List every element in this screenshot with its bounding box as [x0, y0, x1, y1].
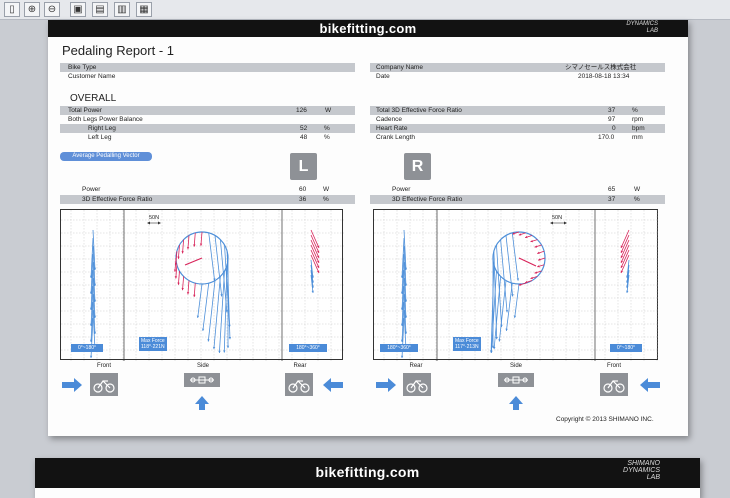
- left-rear-label: Rear: [293, 363, 307, 369]
- date-row: Date 2018-08-18 13:34: [376, 73, 630, 80]
- page-icon[interactable]: ▯: [4, 2, 20, 17]
- left-scale-label: 50N: [149, 215, 160, 221]
- left-front-bike-icon: [90, 373, 118, 396]
- right-side-arrow-icon: [509, 396, 523, 410]
- customer-name-row: Customer Name: [68, 73, 116, 80]
- left-rear-arrow-icon: [323, 378, 343, 392]
- report-page: bikefitting.com DYNAMICS LAB Pedaling Rep…: [48, 20, 688, 436]
- total-3d-ratio-row: Total 3D Effective Force Ratio 37%: [370, 106, 665, 115]
- bike-type-row: Bike Type: [60, 63, 355, 72]
- right-front-range-label: 180°~360°: [380, 344, 418, 352]
- fit-width-icon[interactable]: ▤: [92, 2, 108, 17]
- next-bikefitting-logo: bikefitting.com: [315, 464, 420, 480]
- zoom-in-icon[interactable]: ⊕: [24, 2, 40, 17]
- right-front-arrow-icon: [640, 378, 660, 392]
- right-power-row: Power 65 W: [392, 186, 641, 193]
- right-rear-label: Rear: [409, 363, 423, 369]
- left-power-row: Power 60 W: [82, 186, 330, 193]
- average-pedalling-vector-button[interactable]: Average Pedalling Vector: [60, 152, 152, 161]
- left-vector-svg: [61, 210, 344, 361]
- right-front-label: Front: [606, 363, 621, 369]
- company-name-row: Company Name シマノセールス株式会社: [370, 63, 665, 72]
- left-leg-row: Left Leg 48%: [88, 134, 330, 141]
- right-rear-range-label: 0°~180°: [610, 344, 642, 352]
- left-front-label: Front: [96, 363, 111, 369]
- single-page-icon[interactable]: ▥: [114, 2, 130, 17]
- right-leg-tag: R: [404, 153, 431, 180]
- left-front-range-label: 0°~180°: [71, 344, 103, 352]
- right-vector-plot: 50N 180°~360° 0°~180° Max Force 117°·213N: [373, 209, 659, 361]
- right-leg-row: Right Leg 52%: [60, 124, 355, 133]
- power-balance-row: Both Legs Power Balance: [68, 116, 143, 123]
- next-report-page: bikefitting.com SHIMANO DYNAMICS LAB: [35, 458, 700, 498]
- left-grid: [61, 210, 344, 361]
- next-report-header-bar: bikefitting.com SHIMANO DYNAMICS LAB: [35, 458, 700, 488]
- right-vector-svg: [374, 210, 659, 361]
- report-header-bar: bikefitting.com DYNAMICS LAB: [48, 20, 688, 37]
- zoom-out-icon[interactable]: ⊖: [44, 2, 60, 17]
- left-vector-plot: 50N 0°~180° 180°~360° Max Force 118°·221N: [60, 209, 344, 361]
- heart-rate-row: Heart Rate 0 bpm: [370, 124, 665, 133]
- bikefitting-logo: bikefitting.com: [319, 21, 417, 36]
- right-front-bike-icon: [600, 373, 628, 396]
- right-ratio-row: 3D Effective Force Ratio 37%: [370, 195, 665, 204]
- left-ratio-row: 3D Effective Force Ratio 36%: [60, 195, 355, 204]
- left-front-arrow-icon: [62, 378, 82, 392]
- overall-heading: OVERALL: [70, 93, 117, 104]
- right-scale-label: 50N: [552, 215, 563, 221]
- right-rear-arrow-icon: [376, 378, 396, 392]
- right-max-force-label: Max Force 117°·213N: [453, 337, 481, 351]
- cadence-row: Cadence 97 rpm: [376, 116, 644, 123]
- left-side-arrow-icon: [195, 396, 209, 410]
- view-icons: [62, 373, 660, 410]
- fit-page-icon[interactable]: ▣: [70, 2, 86, 17]
- total-power-row: Total Power 126 W: [60, 106, 355, 115]
- two-page-icon[interactable]: ▦: [136, 2, 152, 17]
- crank-length-row: Crank Length 170.0 mm: [376, 134, 643, 141]
- right-rear-bike-icon: [403, 373, 431, 396]
- left-rear-bike-icon: [285, 373, 313, 396]
- page-title: Pedaling Report - 1: [62, 43, 175, 58]
- left-side-label: Side: [196, 363, 209, 369]
- left-rear-range-label: 180°~360°: [289, 344, 327, 352]
- copyright-text: Copyright © 2013 SHIMANO INC.: [556, 416, 654, 423]
- right-crank-arm: [518, 257, 537, 267]
- viewer-toolbar: ▯ ⊕ ⊖ ▣ ▤ ▥ ▦: [0, 0, 730, 20]
- dynamics-lab-logo: DYNAMICS LAB: [626, 21, 658, 34]
- left-max-force-label: Max Force 118°·221N: [139, 337, 167, 351]
- right-side-label: Side: [509, 363, 522, 369]
- next-dynamics-logo: SHIMANO DYNAMICS LAB: [623, 460, 660, 481]
- left-leg-tag: L: [290, 153, 317, 180]
